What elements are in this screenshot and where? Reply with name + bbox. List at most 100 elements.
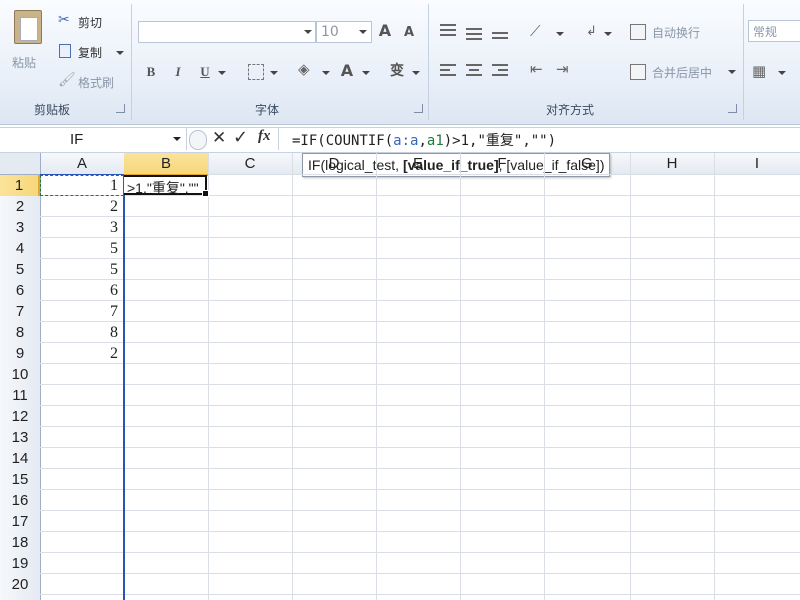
- merge-center-dropdown-icon[interactable]: [728, 70, 736, 74]
- borders-dropdown-icon[interactable]: [270, 71, 278, 75]
- font-size-combo[interactable]: 10: [316, 21, 372, 43]
- format-painter-label: 格式刷: [78, 76, 115, 90]
- column-header-e[interactable]: E: [376, 153, 460, 174]
- phonetic-dropdown-icon[interactable]: [412, 71, 420, 75]
- shrink-font-button[interactable]: A: [400, 24, 418, 42]
- row-header-1[interactable]: 1: [0, 175, 40, 196]
- font-color-dropdown-icon[interactable]: [362, 71, 370, 75]
- phonetic-button[interactable]: 变: [388, 62, 406, 80]
- align-center-icon[interactable]: [466, 64, 482, 76]
- orientation-dropdown-icon[interactable]: [556, 32, 564, 36]
- column-header-a[interactable]: A: [40, 153, 124, 174]
- bold-button[interactable]: B: [142, 63, 160, 81]
- row-header-12[interactable]: 12: [0, 406, 40, 427]
- row-header-19[interactable]: 19: [0, 553, 40, 574]
- name-box[interactable]: [0, 128, 187, 150]
- align-middle-icon[interactable]: [466, 28, 482, 40]
- enter-entry-icon[interactable]: ✓: [233, 127, 248, 148]
- cell-a4[interactable]: 5: [40, 238, 120, 259]
- cell-a3[interactable]: 3: [40, 217, 120, 238]
- decrease-indent-icon[interactable]: ⇤: [530, 60, 543, 78]
- orientation-icon[interactable]: ⟋: [530, 22, 541, 40]
- align-bottom-icon[interactable]: [492, 32, 508, 39]
- grid-hline: [40, 552, 800, 553]
- row-header-5[interactable]: 5: [0, 259, 40, 280]
- column-header-f[interactable]: F: [460, 153, 544, 174]
- row-header-3[interactable]: 3: [0, 217, 40, 238]
- font-name-dropdown-icon[interactable]: [304, 30, 312, 34]
- borders-icon[interactable]: [248, 64, 264, 80]
- wrap-arrow-icon[interactable]: ↲: [586, 24, 597, 39]
- row-header-16[interactable]: 16: [0, 490, 40, 511]
- column-header-i[interactable]: I: [714, 153, 800, 174]
- cell-a6[interactable]: 6: [40, 280, 120, 301]
- insert-function-icon[interactable]: fx: [258, 128, 271, 145]
- row-header-8[interactable]: 8: [0, 322, 40, 343]
- cancel-entry-icon[interactable]: ✕: [212, 128, 226, 148]
- column-header-c[interactable]: C: [208, 153, 292, 174]
- fill-color-dropdown-icon[interactable]: [322, 71, 330, 75]
- number-format-combo[interactable]: 常规: [748, 20, 800, 42]
- grid-hline: [40, 594, 800, 595]
- cut-button[interactable]: ✂ 剪切: [56, 12, 118, 32]
- name-box-dropdown-icon[interactable]: [173, 137, 181, 141]
- font-color-button[interactable]: A: [338, 62, 356, 80]
- underline-dropdown-icon[interactable]: [218, 71, 226, 75]
- font-name-combo[interactable]: [138, 21, 316, 43]
- paste-button[interactable]: 粘贴: [8, 6, 48, 72]
- grow-font-button[interactable]: A: [376, 22, 394, 40]
- select-all-corner[interactable]: [0, 153, 41, 174]
- brush-icon: 🖌: [58, 72, 76, 88]
- cell-a2[interactable]: 2: [40, 196, 120, 217]
- row-header-13[interactable]: 13: [0, 427, 40, 448]
- row-header-11[interactable]: 11: [0, 385, 40, 406]
- row-header-17[interactable]: 17: [0, 511, 40, 532]
- row-header-18[interactable]: 18: [0, 532, 40, 553]
- row-header-4[interactable]: 4: [0, 238, 40, 259]
- clipboard-group-label: 剪贴板: [34, 103, 71, 117]
- group-separator: [743, 4, 744, 120]
- currency-format-icon[interactable]: ▦: [752, 62, 766, 80]
- row-header-14[interactable]: 14: [0, 448, 40, 469]
- active-cell-b1[interactable]: >1,"重复","": [124, 175, 209, 197]
- row-header-6[interactable]: 6: [0, 280, 40, 301]
- column-header-g[interactable]: G: [544, 153, 630, 174]
- font-dialog-launcher-icon[interactable]: [414, 104, 423, 113]
- align-right-icon[interactable]: [492, 64, 508, 76]
- active-cell-edit-text: >1,"重复","": [127, 180, 199, 196]
- currency-format-dropdown-icon[interactable]: [778, 71, 786, 75]
- merge-center-button[interactable]: 合并后居中: [628, 62, 740, 82]
- column-header-h[interactable]: H: [630, 153, 714, 174]
- alignment-dialog-launcher-icon[interactable]: [728, 104, 737, 113]
- row-header-2[interactable]: 2: [0, 196, 40, 217]
- row-header-9[interactable]: 9: [0, 343, 40, 364]
- font-group-label: 字体: [255, 103, 280, 117]
- wrap-text-button[interactable]: 自动换行: [628, 22, 728, 42]
- row-header-10[interactable]: 10: [0, 364, 40, 385]
- fill-color-icon[interactable]: ◈: [298, 60, 310, 78]
- font-size-dropdown-icon[interactable]: [359, 30, 367, 34]
- column-header-d[interactable]: D: [292, 153, 376, 174]
- italic-button[interactable]: I: [169, 63, 187, 81]
- row-header-15[interactable]: 15: [0, 469, 40, 490]
- cell-a7[interactable]: 7: [40, 301, 120, 322]
- increase-indent-icon[interactable]: ⇥: [556, 60, 569, 78]
- grid-vline: [714, 153, 715, 600]
- underline-button[interactable]: U: [196, 63, 214, 81]
- wrap-text-label: 自动换行: [652, 26, 701, 40]
- align-top-icon[interactable]: [440, 24, 456, 36]
- fill-handle[interactable]: [202, 190, 209, 197]
- align-left-icon[interactable]: [440, 64, 456, 76]
- row-header-20[interactable]: 20: [0, 574, 40, 595]
- column-header-b[interactable]: B: [124, 153, 208, 176]
- formula-bar-splitter[interactable]: [189, 130, 207, 150]
- copy-dropdown-icon[interactable]: [116, 51, 124, 55]
- cell-a8[interactable]: 8: [40, 322, 120, 343]
- format-painter-button[interactable]: 🖌 格式刷: [56, 72, 126, 92]
- copy-button[interactable]: 复制: [56, 42, 126, 62]
- row-header-7[interactable]: 7: [0, 301, 40, 322]
- clipboard-dialog-launcher-icon[interactable]: [116, 104, 125, 113]
- cell-a9[interactable]: 2: [40, 343, 120, 364]
- wrap-arrow-dropdown-icon[interactable]: [604, 32, 612, 36]
- cell-a5[interactable]: 5: [40, 259, 120, 280]
